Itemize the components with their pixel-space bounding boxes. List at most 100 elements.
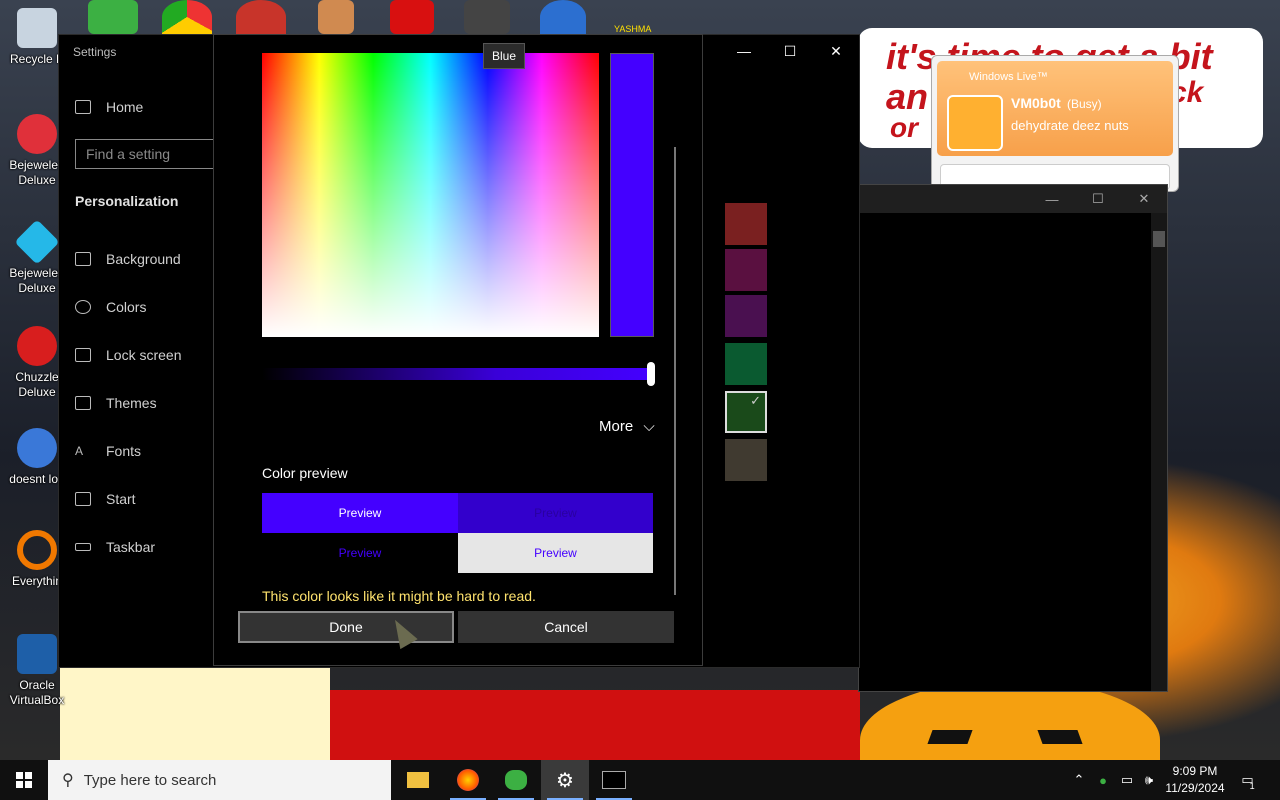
avatar[interactable]: [947, 95, 1003, 151]
nav-label: Fonts: [106, 443, 142, 459]
flash-icon[interactable]: [390, 0, 434, 34]
maximize-button[interactable]: ☐: [767, 35, 813, 67]
preview-dark-on-accent: Preview: [262, 493, 458, 533]
done-button[interactable]: Done: [238, 611, 454, 643]
notification-count: 1: [1249, 781, 1255, 791]
settings-title: Settings: [73, 45, 117, 59]
bejeweled-icon: [17, 114, 57, 154]
chrome-icon[interactable]: [162, 0, 212, 34]
brightness-slider-thumb[interactable]: [647, 362, 655, 386]
preview-accent-dark: Preview: [458, 493, 653, 533]
top-label: YASHMA: [614, 24, 652, 34]
nav-label: Background: [106, 251, 181, 267]
network-icon[interactable]: ▭: [1116, 760, 1138, 800]
color-tooltip: Blue: [483, 43, 526, 69]
nav-label: Lock screen: [106, 347, 182, 363]
more-label: More: [599, 418, 634, 435]
palette-icon: [75, 300, 91, 314]
virtualbox-icon: [17, 634, 57, 674]
nav-label: Start: [106, 491, 136, 507]
taskbar-search[interactable]: ⚲ Type here to search: [48, 760, 391, 800]
messenger-window[interactable]: Windows Live™ VM0b0t (Busy) dehydrate de…: [931, 55, 1179, 192]
settings-search-input[interactable]: Find a setting: [75, 139, 225, 169]
nav-background[interactable]: Background: [75, 251, 181, 267]
accent-swatch[interactable]: [725, 249, 767, 291]
desktop-icon-label: Oracle VirtualBox: [9, 678, 65, 707]
nav-home-label: Home: [106, 99, 144, 115]
messenger-username[interactable]: VM0b0t: [1011, 95, 1061, 111]
console-scroll-thumb[interactable]: [1153, 231, 1165, 247]
tray-messenger-icon[interactable]: ●: [1092, 760, 1114, 800]
settings-icon[interactable]: ⚙: [541, 760, 589, 800]
maximize-button[interactable]: ☐: [1075, 185, 1121, 213]
notification-icon[interactable]: ▭ 1: [1236, 760, 1260, 800]
picture-icon: [75, 252, 91, 266]
volume-icon[interactable]: 🕪: [1138, 760, 1160, 800]
thunderbird-top-icon[interactable]: [540, 0, 586, 34]
nav-lock-screen[interactable]: Lock screen: [75, 347, 181, 363]
windows-icon: [16, 772, 32, 788]
accent-swatch[interactable]: [725, 203, 767, 245]
firefox-icon[interactable]: [444, 760, 492, 800]
clock-time: 9:09 PM: [1172, 764, 1218, 778]
close-button[interactable]: ✕: [1121, 185, 1167, 213]
messenger-people-icon[interactable]: [88, 0, 138, 34]
game-icon[interactable]: [464, 0, 510, 34]
nav-home[interactable]: Home: [75, 99, 143, 115]
console-window[interactable]: — ☐ ✕: [858, 184, 1168, 692]
brightness-slider[interactable]: [262, 368, 652, 380]
settings-window-controls: — ☐ ✕: [721, 35, 859, 67]
chuzzle-icon: [17, 326, 57, 366]
terminal-icon[interactable]: [590, 760, 638, 800]
messenger-personal-message[interactable]: dehydrate deez nuts: [1011, 118, 1129, 133]
accent-swatch-selected[interactable]: ✓: [725, 391, 767, 433]
brush-icon: [75, 396, 91, 410]
close-button[interactable]: ✕: [813, 35, 859, 67]
minimize-button[interactable]: —: [721, 35, 767, 67]
banner-line-4: or: [890, 112, 918, 143]
home-icon: [75, 100, 91, 114]
file-explorer-icon[interactable]: [394, 760, 442, 800]
messenger-status[interactable]: (Busy): [1067, 97, 1102, 111]
dialog-scrollbar[interactable]: [674, 147, 676, 595]
console-scrollbar[interactable]: [1151, 213, 1167, 691]
paint-icon[interactable]: [318, 0, 354, 34]
nav-fonts[interactable]: A Fonts: [75, 443, 141, 459]
nav-label: Taskbar: [106, 539, 156, 555]
section-title: Personalization: [75, 193, 179, 209]
start-button[interactable]: [0, 760, 48, 800]
preview-on-light: Preview: [458, 533, 653, 573]
nav-themes[interactable]: Themes: [75, 395, 157, 411]
color-preview-heading: Color preview: [262, 465, 348, 481]
everything-search-icon: [17, 530, 57, 570]
taskbar: ⚲ Type here to search ⚙ ⌃ ● ▭ 🕪 9:09 PM …: [0, 760, 1280, 800]
messenger-header: Windows Live™ VM0b0t (Busy) dehydrate de…: [937, 61, 1173, 156]
accent-swatch[interactable]: [725, 343, 767, 385]
thunderbird-icon: [17, 428, 57, 468]
chevron-up-icon[interactable]: ⌃: [1068, 760, 1090, 800]
cancel-button[interactable]: Cancel: [458, 611, 674, 643]
recycle-bin-icon: [17, 8, 57, 48]
font-icon: A: [75, 444, 84, 458]
nav-taskbar[interactable]: Taskbar: [75, 539, 155, 555]
accent-swatch[interactable]: [725, 439, 767, 481]
contrast-warning: This color looks like it might be hard t…: [262, 588, 536, 604]
chevron-down-icon: ⌵: [643, 418, 655, 435]
messenger-icon[interactable]: [492, 760, 540, 800]
accent-swatch[interactable]: [725, 295, 767, 337]
opera-icon[interactable]: [236, 0, 286, 34]
taskbar-search-placeholder: Type here to search: [83, 771, 217, 789]
start-icon: [75, 492, 91, 506]
clock[interactable]: 9:09 PM 11/29/2024: [1158, 763, 1232, 797]
more-button[interactable]: More ⌵: [599, 418, 655, 435]
nav-colors[interactable]: Colors: [75, 299, 146, 315]
nav-start[interactable]: Start: [75, 491, 136, 507]
minimize-button[interactable]: —: [1029, 185, 1075, 213]
search-icon: ⚲: [62, 772, 74, 789]
preview-on-black: Preview: [262, 533, 458, 573]
custom-color-dialog[interactable]: Blue More ⌵ Color preview Preview Previe…: [213, 34, 703, 666]
wallpaper-red-area: [330, 690, 860, 760]
color-spectrum[interactable]: [262, 53, 599, 337]
taskbar-icon: [75, 543, 91, 551]
clock-date: 11/29/2024: [1165, 781, 1225, 795]
